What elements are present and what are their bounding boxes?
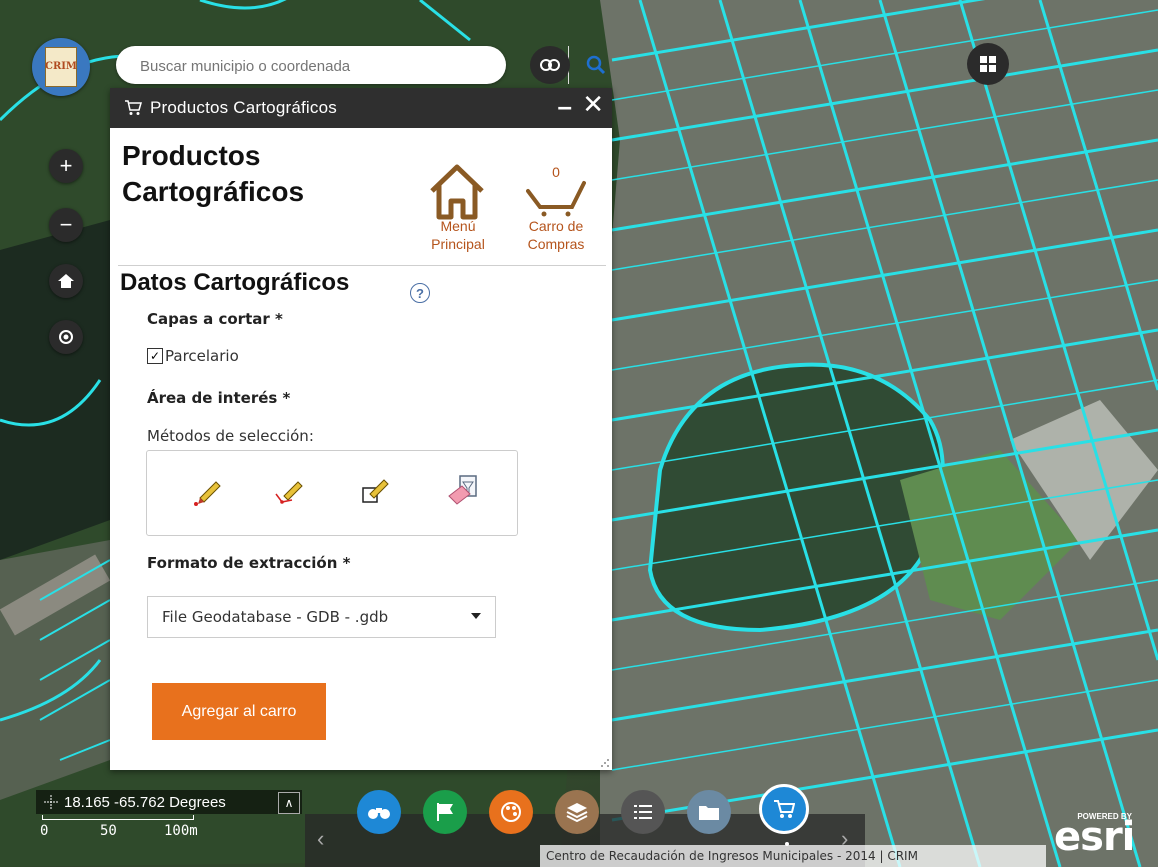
scale-label-100: 100m	[164, 823, 198, 839]
logo-text: CRIM	[44, 61, 78, 72]
draw-polyline-tool[interactable]	[269, 471, 309, 511]
clear-selection-tool[interactable]	[443, 471, 483, 511]
pencil-line-icon	[275, 481, 303, 504]
search-bar	[116, 46, 606, 84]
home-icon	[58, 274, 74, 288]
folder-button[interactable]	[687, 790, 731, 834]
selection-tools	[146, 450, 518, 536]
zoom-in-button[interactable]: +	[49, 149, 83, 183]
format-label: Formato de extracción *	[147, 554, 351, 572]
plus-icon: +	[59, 153, 73, 178]
search-tool-button[interactable]	[357, 790, 401, 834]
draw-point-tool[interactable]	[187, 471, 227, 511]
home-extent-button[interactable]	[49, 264, 83, 298]
format-select[interactable]: File Geodatabase - GDB - .gdb	[147, 596, 496, 638]
basemap-button[interactable]	[489, 790, 533, 834]
draw-rectangle-tool[interactable]	[355, 471, 395, 511]
shopping-cart-icon	[774, 800, 795, 818]
toolbar-prev-arrow[interactable]: ‹	[317, 826, 324, 852]
parcelario-checkbox[interactable]: ✓	[147, 348, 163, 364]
list-icon	[634, 805, 652, 819]
flag-icon	[437, 803, 453, 821]
eraser-icon	[448, 475, 477, 505]
coordinate-toggle-button[interactable]: ∧	[278, 792, 300, 814]
esri-wordmark: esri	[1054, 814, 1135, 860]
checkmark-icon: ✓	[149, 349, 161, 363]
parcelario-label: Parcelario	[165, 347, 239, 365]
binoculars-icon	[368, 808, 390, 819]
cart-basket-icon	[526, 181, 586, 217]
map-attribution: Centro de Recaudación de Ingresos Munici…	[540, 845, 1046, 867]
bookmark-button[interactable]	[423, 790, 467, 834]
search-input[interactable]	[138, 54, 452, 78]
cart-label-1: Carro de	[528, 218, 584, 234]
panel-header-title: Productos Cartográficos	[150, 98, 337, 117]
zoom-out-button[interactable]: −	[49, 208, 83, 242]
search-button[interactable]	[568, 46, 623, 84]
area-label: Área de interés *	[147, 389, 291, 407]
cart-label-2: Compras	[527, 236, 585, 252]
widget-grid-button[interactable]	[967, 43, 1009, 85]
legend-button[interactable]	[621, 790, 665, 834]
scale-bar: 0 50 100m	[40, 815, 200, 845]
layers-button[interactable]	[555, 790, 599, 834]
locate-button[interactable]	[49, 320, 83, 354]
palette-icon	[501, 802, 521, 822]
coordinate-text: 18.165 -65.762 Degrees	[64, 793, 226, 811]
grid-icon	[980, 56, 996, 72]
cart-icon	[125, 100, 142, 115]
close-button[interactable]: ✕	[582, 89, 604, 120]
divider	[118, 265, 606, 266]
house-icon	[430, 164, 484, 220]
pencil-point-icon	[194, 481, 221, 506]
locate-icon	[59, 330, 73, 344]
share-link-button[interactable]	[530, 46, 570, 84]
link-icon	[540, 59, 560, 71]
logo-mark: CRIM	[45, 47, 77, 87]
chevron-up-icon: ∧	[284, 796, 294, 810]
panel-title-line2: Cartográficos	[122, 176, 305, 207]
panel-title: Productos Cartográficos	[122, 138, 304, 210]
layers-icon	[566, 803, 588, 822]
methods-label: Métodos de selección:	[147, 427, 314, 445]
products-cart-button[interactable]	[759, 784, 809, 834]
panel-header: Productos Cartográficos – ✕	[110, 88, 612, 128]
help-icon[interactable]: ?	[410, 283, 430, 303]
minimize-button[interactable]: –	[558, 91, 572, 122]
format-select-value: File Geodatabase - GDB - .gdb	[162, 608, 389, 626]
scale-label-0: 0	[40, 823, 49, 839]
cartographic-products-panel: Productos Cartográficos – ✕ Productos Ca…	[110, 88, 612, 770]
coordinate-display: 18.165 -65.762 Degrees ∧	[36, 790, 302, 814]
panel-title-line1: Productos	[122, 140, 261, 171]
main-menu-label-1: Menú	[440, 218, 476, 234]
search-icon	[586, 55, 606, 75]
scale-bar-line	[42, 815, 194, 820]
layers-label: Capas a cortar *	[147, 310, 283, 328]
scale-label-50: 50	[100, 823, 117, 839]
crim-logo: CRIM	[32, 38, 90, 96]
minus-icon: −	[59, 212, 73, 237]
section-title: Datos Cartográficos	[120, 269, 350, 296]
esri-logo: POWERED BY esri	[1040, 812, 1148, 862]
main-menu-label-2: Principal	[431, 236, 485, 252]
folder-icon	[699, 806, 719, 820]
resize-handle-icon[interactable]	[600, 758, 610, 768]
chevron-down-icon	[471, 613, 481, 619]
crosshair-icon[interactable]	[44, 795, 58, 809]
pencil-rectangle-icon	[362, 479, 389, 503]
add-to-cart-button[interactable]: Agregar al carro	[152, 683, 326, 740]
